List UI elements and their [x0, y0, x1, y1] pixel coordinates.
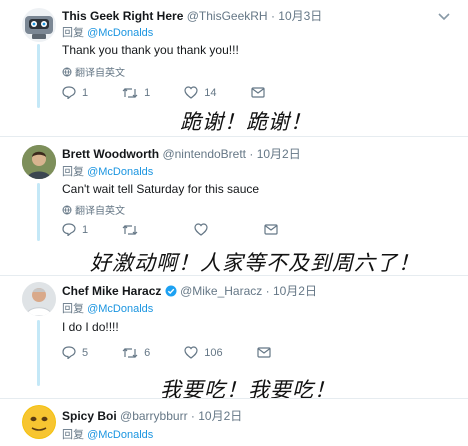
like-button[interactable]: 106: [184, 346, 223, 359]
person-avatar-icon: [22, 145, 56, 179]
reply-icon: [62, 346, 76, 359]
tweet-header: Chef Mike Haracz @Mike_Haracz · 10月2日: [62, 282, 317, 299]
like-count: 14: [204, 86, 217, 99]
retweet-count: 6: [144, 346, 151, 359]
retweet-button[interactable]: 1: [122, 87, 150, 99]
display-name[interactable]: Chef Mike Haracz: [62, 284, 161, 298]
reply-button[interactable]: 5: [62, 346, 88, 359]
tweet-actions: 5 6 106: [62, 346, 305, 359]
dm-button[interactable]: [264, 224, 278, 235]
user-handle[interactable]: @ThisGeekRH: [187, 9, 268, 23]
caret-down-icon[interactable]: [438, 8, 450, 26]
display-name[interactable]: Brett Woodworth: [62, 147, 159, 161]
display-name[interactable]: Spicy Boi: [62, 409, 117, 423]
tweet[interactable]: Chef Mike Haracz @Mike_Haracz · 10月2日 回复…: [0, 276, 468, 402]
avatar[interactable]: [22, 282, 56, 316]
avatar[interactable]: [22, 145, 56, 179]
tweet-date[interactable]: · 10月2日: [191, 409, 242, 423]
like-button[interactable]: [194, 223, 214, 236]
tweet-header: This Geek Right Here @ThisGeekRH · 10月3日: [62, 7, 322, 24]
thread-line: [37, 320, 40, 386]
user-handle[interactable]: @nintendoBrett: [162, 147, 246, 161]
emoji-avatar-icon: [23, 406, 55, 438]
mention-link[interactable]: @McDonalds: [87, 429, 153, 441]
tweet-header: Spicy Boi @barrybburr · 10月2日: [62, 407, 242, 424]
user-handle[interactable]: @Mike_Haracz: [180, 284, 262, 298]
reply-button[interactable]: 1: [62, 86, 88, 99]
like-icon: [194, 223, 208, 236]
retweet-count: 1: [144, 86, 151, 99]
caption-overlay: 跪谢！跪谢！: [180, 110, 312, 134]
like-button[interactable]: 14: [184, 86, 217, 99]
tweet-date[interactable]: · 10月2日: [266, 284, 317, 298]
dm-icon: [264, 224, 278, 235]
display-name[interactable]: This Geek Right Here: [62, 9, 183, 23]
reply-prefix: 回复: [62, 27, 84, 39]
tweet[interactable]: Brett Woodworth @nintendoBrett · 10月2日 回…: [0, 137, 468, 275]
reply-count: 1: [82, 86, 89, 99]
reply-prefix: 回复: [62, 429, 84, 441]
translate-link[interactable]: 翻译自英文: [62, 202, 125, 217]
tweet-date[interactable]: · 10月2日: [249, 147, 300, 161]
mention-link[interactable]: @McDonalds: [87, 166, 153, 178]
reply-context: 回复 @McDonalds: [62, 24, 153, 40]
tweet-text: I do I do!!!!: [62, 320, 119, 334]
reply-icon: [62, 223, 76, 236]
tweet-text: Can't wait tell Saturday for this sauce: [62, 182, 260, 196]
mention-link[interactable]: @McDonalds: [87, 27, 153, 39]
reply-context: 回复 @McDonalds: [62, 426, 153, 442]
translate-label: 翻译自英文: [75, 206, 125, 217]
retweet-button[interactable]: 6: [122, 347, 150, 359]
dm-button[interactable]: [257, 347, 271, 358]
tweet-date[interactable]: · 10月3日: [271, 9, 322, 23]
reply-icon: [62, 86, 76, 99]
globe-icon: [62, 205, 72, 214]
retweet-button[interactable]: [122, 224, 144, 236]
retweet-icon: [122, 87, 138, 98]
dm-icon: [250, 87, 265, 98]
globe-icon: [62, 67, 72, 76]
like-icon: [184, 346, 198, 359]
reply-context: 回复 @McDonalds: [62, 300, 153, 316]
dm-button[interactable]: [250, 87, 265, 98]
avatar[interactable]: [22, 405, 56, 439]
reply-prefix: 回复: [62, 166, 84, 178]
user-handle[interactable]: @barrybburr: [120, 409, 188, 423]
reply-count: 5: [82, 346, 89, 359]
like-count: 106: [204, 346, 223, 359]
reply-context: 回复 @McDonalds: [62, 163, 153, 179]
translate-label: 翻译自英文: [75, 68, 125, 79]
thread-line: [37, 183, 40, 241]
thread-line: [37, 44, 40, 108]
caption-overlay: 好激动啊！人家等不及到周六了！: [90, 251, 420, 275]
avatar[interactable]: [22, 8, 56, 42]
chef-avatar-icon: [22, 282, 56, 316]
dm-icon: [257, 347, 271, 358]
translate-link[interactable]: 翻译自英文: [62, 64, 125, 79]
tweet-actions: 1: [62, 223, 312, 236]
mention-link[interactable]: @McDonalds: [87, 303, 153, 315]
reply-count: 1: [82, 223, 89, 236]
tweet-actions: 1 1 14: [62, 86, 299, 99]
reply-button[interactable]: 1: [62, 223, 88, 236]
like-icon: [184, 86, 198, 99]
tweet[interactable]: This Geek Right Here @ThisGeekRH · 10月3日…: [0, 0, 468, 134]
tweet-header: Brett Woodworth @nintendoBrett · 10月2日: [62, 145, 301, 162]
reply-prefix: 回复: [62, 303, 84, 315]
robot-avatar-icon: [25, 16, 53, 39]
tweet[interactable]: Spicy Boi @barrybburr · 10月2日 回复 @McDona…: [0, 399, 468, 446]
retweet-icon: [122, 347, 138, 358]
retweet-icon: [122, 224, 138, 235]
verified-badge-icon: [165, 285, 177, 297]
tweet-text: Thank you thank you thank you!!!: [62, 43, 239, 57]
